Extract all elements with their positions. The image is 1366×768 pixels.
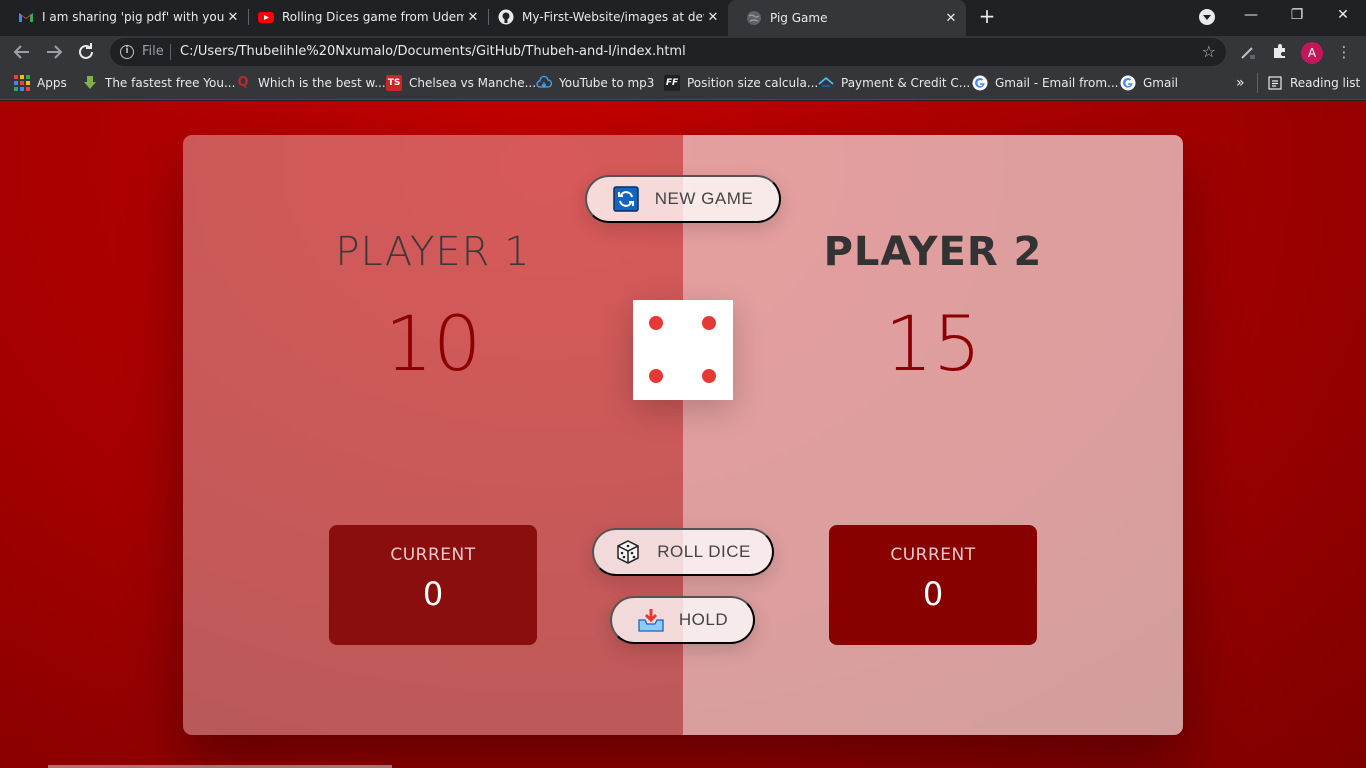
bookmark-label: The fastest free You...	[105, 76, 236, 90]
url-text[interactable]: C:/Users/Thubelihle%20Nxumalo/Documents/…	[180, 44, 686, 59]
pen-extension-icon[interactable]	[1238, 42, 1258, 62]
forward-arrow-icon[interactable]	[42, 40, 66, 64]
bookmark-label: Chelsea vs Manche...	[409, 76, 537, 90]
player-1-panel: PLAYER 1 10 CURRENT 0	[183, 135, 683, 735]
player-name: PLAYER 1	[335, 229, 531, 275]
bookmark-label: Gmail	[1143, 76, 1179, 90]
browser-tab-strip: I am sharing 'pig pdf' with you - ✕ Roll…	[0, 0, 1366, 36]
bookmark-star-icon[interactable]: ☆	[1202, 42, 1216, 61]
minimize-button[interactable]: —	[1228, 0, 1274, 32]
dice-pip	[702, 316, 716, 330]
current-score-box: CURRENT 0	[829, 525, 1037, 645]
page-viewport: PLAYER 1 10 CURRENT 0 PLAYER 2 15 CURREN…	[0, 101, 1366, 768]
current-score: 0	[922, 575, 944, 613]
browser-toolbar: i File C:/Users/Thubelihle%20Nxumalo/Doc…	[0, 36, 1366, 68]
dice-pip	[702, 369, 716, 383]
dice-pip	[649, 316, 663, 330]
tab-pig-game[interactable]: Pig Game ✕	[728, 0, 966, 36]
globe-icon	[746, 10, 762, 26]
close-window-button[interactable]: ✕	[1320, 0, 1366, 32]
download-arrow-icon	[82, 75, 98, 91]
reading-list-label: Reading list	[1290, 76, 1361, 90]
tab-gmail[interactable]: I am sharing 'pig pdf' with you - ✕	[0, 4, 248, 30]
omnibox-divider	[170, 44, 171, 60]
close-tab-icon[interactable]: ✕	[704, 10, 722, 25]
player-name: PLAYER 2	[823, 229, 1043, 275]
ts-icon: TS	[386, 75, 402, 91]
gmail-icon	[18, 9, 34, 25]
player-2-panel: PLAYER 2 15 CURRENT 0	[683, 135, 1183, 735]
kebab-menu-icon[interactable]: ⋮	[1334, 42, 1354, 62]
bookmark-gmail[interactable]: Gmail	[1120, 75, 1178, 91]
tab-github[interactable]: My-First-Website/images at deve ✕	[480, 4, 728, 30]
url-scheme-label: File	[142, 44, 164, 59]
extensions-puzzle-icon[interactable]	[1270, 42, 1290, 62]
inbox-tray-icon	[637, 607, 664, 633]
dice-icon	[615, 539, 641, 565]
address-bar[interactable]: i File C:/Users/Thubelihle%20Nxumalo/Doc…	[110, 38, 1226, 66]
quora-icon: Q	[237, 75, 249, 90]
bookmark-label: Gmail - Email from...	[995, 76, 1119, 90]
bookmark-label: YouTube to mp3	[559, 76, 655, 90]
restore-button[interactable]: ❐	[1274, 0, 1320, 32]
bookmark-label: Apps	[37, 76, 67, 90]
youtube-icon	[258, 9, 274, 25]
house-icon	[818, 75, 834, 91]
bookmark-apps[interactable]: Apps	[14, 75, 67, 91]
reload-icon[interactable]	[74, 40, 98, 64]
bookmark-fastest-free[interactable]: The fastest free You...	[82, 75, 235, 91]
back-arrow-icon[interactable]	[10, 40, 34, 64]
tab-title: Pig Game	[770, 11, 828, 25]
bookmarks-bar: Apps The fastest free You... Q Which is …	[0, 68, 1366, 100]
player-total-score: 15	[884, 299, 982, 388]
bookmark-payment-credit[interactable]: Payment & Credit C...	[818, 75, 970, 91]
refresh-icon	[613, 186, 639, 212]
dice-pip	[649, 369, 663, 383]
cloud-download-icon	[536, 75, 553, 91]
apps-grid-icon	[14, 75, 30, 91]
bookmark-chelsea[interactable]: TS Chelsea vs Manche...	[386, 75, 536, 91]
roll-dice-label: ROLL DICE	[657, 542, 751, 561]
roll-dice-button[interactable]: ROLL DICE	[592, 528, 774, 576]
bookmark-position-size[interactable]: FF Position size calcula...	[664, 75, 818, 91]
tab-search-icon[interactable]	[1199, 9, 1215, 25]
bookmark-label: Position size calcula...	[687, 76, 819, 90]
tab-title: Rolling Dices game from Udemy	[282, 10, 464, 24]
google-icon	[972, 75, 988, 91]
bookmark-which-is-best[interactable]: Q Which is the best w...	[235, 75, 386, 91]
close-tab-icon[interactable]: ✕	[942, 11, 960, 26]
tab-udemy-video[interactable]: Rolling Dices game from Udemy ✕	[240, 4, 488, 30]
current-score: 0	[422, 575, 444, 613]
bookmark-label: Which is the best w...	[258, 76, 386, 90]
new-game-button[interactable]: NEW GAME	[585, 175, 781, 223]
new-game-label: NEW GAME	[654, 189, 754, 208]
bookmark-label: Payment & Credit C...	[841, 76, 971, 90]
bookmarks-overflow-chevron-icon[interactable]: »	[1236, 75, 1245, 91]
reading-list-icon	[1267, 75, 1283, 91]
bookmark-gmail-email[interactable]: Gmail - Email from...	[972, 75, 1118, 91]
reading-list-button[interactable]: Reading list	[1267, 75, 1360, 91]
google-icon	[1120, 75, 1136, 91]
current-label: CURRENT	[890, 545, 976, 565]
site-info-icon[interactable]: i	[120, 45, 134, 59]
github-icon	[498, 9, 514, 25]
ff-icon: FF	[664, 75, 680, 91]
profile-avatar[interactable]: A	[1301, 42, 1323, 64]
player-total-score: 10	[384, 299, 482, 388]
dice-face	[633, 300, 733, 400]
hold-label: HOLD	[678, 610, 729, 629]
current-score-box: CURRENT 0	[329, 525, 537, 645]
bookmarks-divider	[1257, 73, 1258, 93]
current-label: CURRENT	[390, 545, 476, 565]
hold-button[interactable]: HOLD	[610, 596, 755, 644]
pig-game-board: PLAYER 1 10 CURRENT 0 PLAYER 2 15 CURREN…	[183, 135, 1183, 735]
bookmark-youtube-mp3[interactable]: YouTube to mp3	[536, 75, 654, 91]
tab-title: My-First-Website/images at deve	[522, 10, 704, 24]
new-tab-button[interactable]: +	[976, 6, 998, 28]
tab-title: I am sharing 'pig pdf' with you -	[42, 10, 224, 24]
